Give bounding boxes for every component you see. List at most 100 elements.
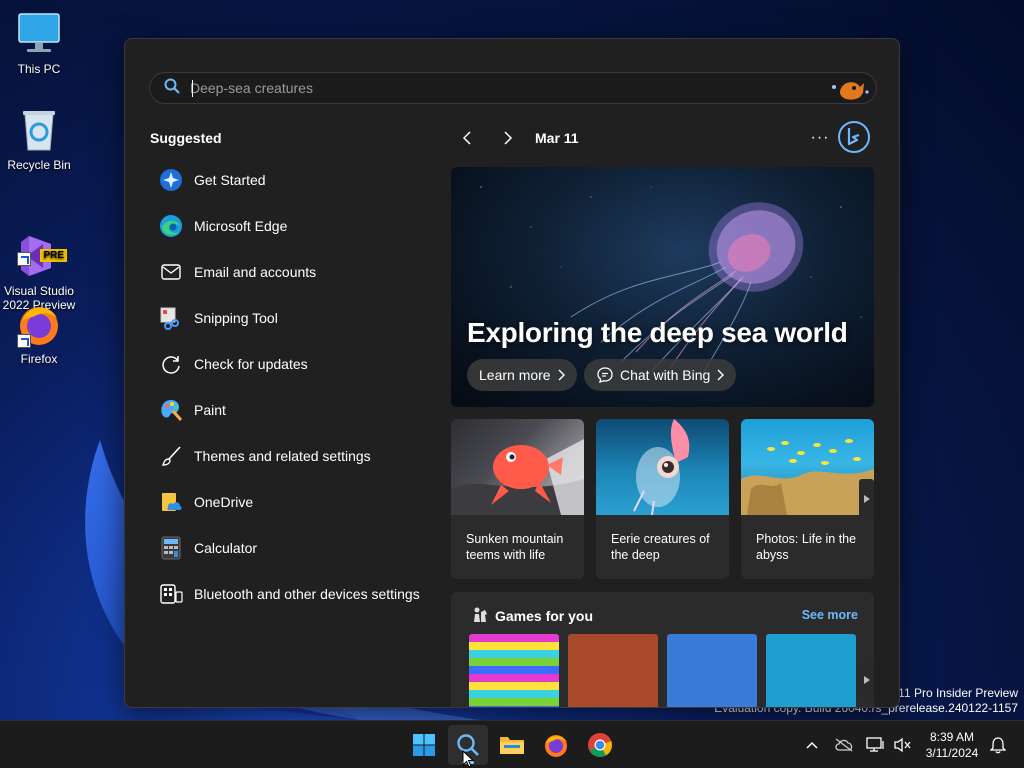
games-chess-icon [474, 607, 487, 622]
desktop-icon-label: Recycle Bin [7, 158, 71, 172]
suggested-item-microsoft-edge[interactable]: Microsoft Edge [150, 203, 440, 249]
chrome-taskbar-button[interactable] [580, 725, 620, 765]
suggested-item-label: Snipping Tool [194, 310, 278, 326]
clock-date: 3/11/2024 [925, 746, 979, 760]
shortcut-arrow-icon [17, 334, 31, 348]
article-thumbnail-reef [741, 419, 874, 515]
taskbar-clock[interactable]: 8:39 AM 3/11/2024 [918, 729, 986, 761]
desktop-icon-label: This PC [17, 62, 61, 76]
text-caret [192, 80, 193, 97]
show-hidden-icons-button[interactable] [800, 733, 824, 757]
clock-time: 8:39 AM [929, 730, 975, 744]
suggested-item-label: Bluetooth and other devices settings [194, 586, 420, 602]
start-button[interactable] [404, 725, 444, 765]
desktop-icon-firefox[interactable]: Firefox [2, 300, 76, 366]
article-caption: Eerie creatures of the deep [611, 532, 710, 562]
cloud-offline-icon [835, 738, 853, 752]
recycle-bin-icon [15, 106, 63, 154]
game-tile[interactable] [667, 634, 757, 707]
windows-start-icon [413, 734, 435, 756]
suggested-item-paint[interactable]: Paint [150, 387, 440, 433]
firefox-icon [15, 300, 63, 348]
article-cards: Sunken mountain teems with life Eerie cr… [451, 419, 874, 579]
suggested-item-get-started[interactable]: Get Started [150, 157, 440, 203]
refresh-icon [159, 352, 183, 376]
suggested-item-email-accounts[interactable]: Email and accounts [150, 249, 440, 295]
onedrive-tray-button[interactable] [832, 733, 856, 757]
more-options-button[interactable]: ··· [805, 125, 835, 151]
suggested-item-label: Check for updates [194, 356, 308, 372]
notifications-button[interactable] [986, 733, 1010, 757]
volume-tray-button[interactable] [890, 733, 914, 757]
suggested-item-calculator[interactable]: Calculator [150, 525, 440, 571]
desktop-icon-label: Firefox [20, 352, 58, 366]
pre-badge: PRE [40, 249, 67, 262]
desktop-icon-recycle-bin[interactable]: Recycle Bin [2, 106, 76, 172]
article-thumbnail-anglerfish [451, 419, 584, 515]
suggested-item-onedrive[interactable]: OneDrive [150, 479, 440, 525]
search-box[interactable] [149, 72, 877, 104]
suggested-item-label: Paint [194, 402, 226, 418]
hero-title: Exploring the deep sea world [467, 317, 848, 348]
calculator-icon [159, 536, 183, 560]
suggested-item-bluetooth-devices[interactable]: Bluetooth and other devices settings [150, 571, 440, 617]
suggested-item-check-for-updates[interactable]: Check for updates [150, 341, 440, 387]
folder-icon [500, 737, 524, 754]
monitor-icon [15, 10, 63, 58]
keyboard-devices-icon [159, 582, 183, 606]
chat-with-bing-label: Chat with Bing [620, 367, 711, 383]
game-tile[interactable] [469, 634, 559, 707]
network-tray-button[interactable] [864, 733, 888, 757]
learn-more-button[interactable]: Learn more [467, 359, 577, 391]
taskbar: 8:39 AM 3/11/2024 [0, 720, 1024, 768]
onedrive-icon [159, 490, 183, 514]
firefox-icon [545, 735, 567, 757]
bell-icon [990, 737, 1006, 754]
games-section: Games for you See more [451, 592, 874, 707]
article-thumbnail-squid [596, 419, 729, 516]
desktop-icon-this-pc[interactable]: This PC [2, 10, 76, 76]
highlights-nav: Mar 11 ··· [455, 120, 875, 154]
search-icon [164, 78, 180, 99]
game-tile[interactable] [766, 634, 856, 707]
suggested-item-snipping-tool[interactable]: Snipping Tool [150, 295, 440, 341]
chevron-right-icon [558, 369, 565, 381]
article-card[interactable]: Sunken mountain teems with life [451, 419, 584, 579]
next-day-button[interactable] [495, 125, 521, 151]
get-started-icon [159, 168, 183, 192]
chevron-right-icon [717, 369, 725, 381]
chat-bubble-icon [597, 367, 613, 383]
snipping-tool-icon [159, 306, 183, 330]
previous-day-button[interactable] [455, 125, 481, 151]
suggested-item-label: Microsoft Edge [194, 218, 288, 234]
network-icon [866, 737, 884, 752]
suggested-item-label: Email and accounts [194, 264, 317, 280]
article-card[interactable]: Photos: Life in the abyss [741, 419, 874, 579]
paint-icon [159, 398, 183, 422]
hero-card[interactable]: Exploring the deep sea world Learn more … [451, 167, 874, 407]
bing-chat-button[interactable] [837, 120, 871, 154]
search-input[interactable] [190, 80, 810, 96]
games-heading: Games for you [495, 608, 594, 624]
chat-with-bing-button[interactable]: Chat with Bing [584, 359, 737, 391]
suggested-list: Get Started Microsoft Edge Email and acc… [150, 157, 440, 617]
search-highlight-anglerfish-icon [832, 82, 869, 100]
games-scroll-right-button[interactable] [859, 660, 874, 700]
suggested-item-label: OneDrive [194, 494, 254, 510]
game-tile[interactable] [568, 634, 658, 707]
see-more-link[interactable]: See more [802, 608, 858, 622]
caret-right-icon [863, 495, 870, 503]
article-card[interactable]: Eerie creatures of the deep [596, 419, 729, 579]
mouse-cursor-icon [462, 750, 474, 768]
visual-studio-icon: PRE [15, 218, 67, 276]
edge-icon [159, 214, 183, 238]
file-explorer-button[interactable] [492, 725, 532, 765]
firefox-taskbar-button[interactable] [536, 725, 576, 765]
caret-right-icon [863, 676, 870, 684]
suggested-item-themes[interactable]: Themes and related settings [150, 433, 440, 479]
bing-icon [838, 121, 870, 153]
suggested-item-label: Get Started [194, 172, 266, 188]
cards-scroll-right-button[interactable] [859, 479, 874, 519]
speaker-muted-icon [894, 737, 911, 753]
date-label: Mar 11 [535, 130, 579, 146]
